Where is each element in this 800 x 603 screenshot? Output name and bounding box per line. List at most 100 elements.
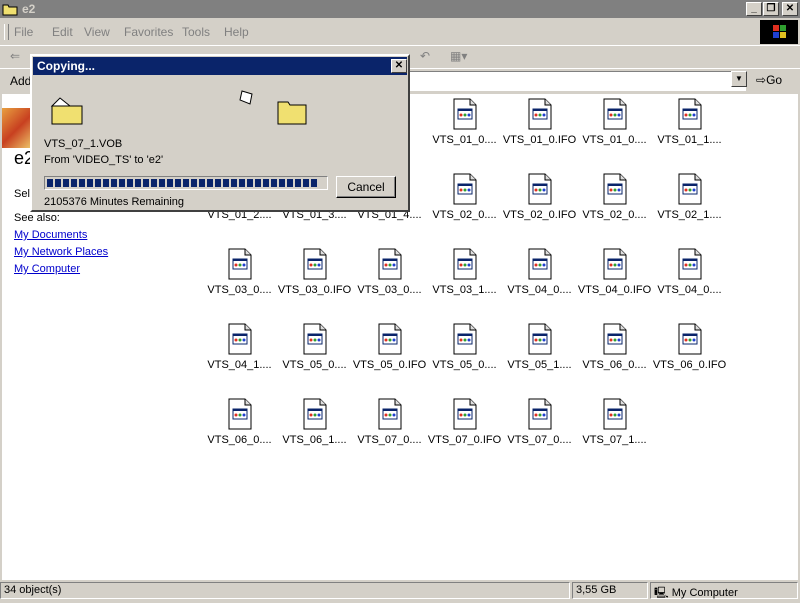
copy-dialog: Copying... ✕ VTS_07_1.VOB From 'VIDEO_TS…	[30, 54, 410, 212]
dialog-file-name: VTS_07_1.VOB	[44, 138, 123, 150]
go-label: Go	[766, 73, 783, 87]
file-item[interactable]: VTS_03_0....	[352, 248, 427, 296]
cancel-button[interactable]: Cancel	[336, 176, 396, 198]
status-zone: 🖳 My Computer	[650, 582, 798, 599]
file-item[interactable]: VTS_06_0....	[202, 398, 277, 446]
menu-tools[interactable]: Tools	[182, 25, 210, 39]
file-name: VTS_05_0....	[432, 359, 497, 371]
file-item[interactable]: VTS_06_1....	[277, 398, 352, 446]
file-name: VTS_04_0....	[657, 284, 722, 296]
menu-favorites[interactable]: Favorites	[124, 25, 173, 39]
file-name: VTS_02_0.IFO	[502, 209, 577, 221]
folder-icon	[2, 4, 18, 16]
file-item[interactable]: VTS_04_0....	[502, 248, 577, 296]
video-file-icon	[678, 173, 701, 205]
minimize-button[interactable]: _	[746, 2, 762, 16]
file-item[interactable]: VTS_06_0....	[577, 323, 652, 371]
file-name: VTS_01_0....	[582, 134, 647, 146]
window-title: e2	[22, 2, 36, 16]
flying-paper-icon	[239, 90, 253, 105]
file-item[interactable]: VTS_04_0....	[652, 248, 727, 296]
undo-icon[interactable]: ↶	[420, 49, 430, 63]
file-name: VTS_03_0.IFO	[277, 284, 352, 296]
video-file-icon	[603, 248, 626, 280]
back-icon[interactable]: ⇐	[10, 49, 20, 63]
file-name: VTS_07_0.IFO	[427, 434, 502, 446]
file-item[interactable]: VTS_01_0.IFO	[502, 98, 577, 146]
address-dropdown-icon[interactable]: ▼	[731, 71, 747, 87]
file-name: VTS_04_0....	[507, 284, 572, 296]
video-file-icon	[678, 323, 701, 355]
video-file-icon	[453, 323, 476, 355]
file-name: VTS_06_0.IFO	[652, 359, 727, 371]
file-name: VTS_01_0.IFO	[502, 134, 577, 146]
menu-bar: File Edit View Favorites Tools Help	[0, 22, 760, 42]
address-label: Add	[10, 74, 32, 88]
status-bar: 34 object(s) 3,55 GB 🖳 My Computer	[0, 581, 800, 600]
file-name: VTS_02_0....	[432, 209, 497, 221]
close-button[interactable]: ✕	[782, 2, 798, 16]
restore-button[interactable]: ❐	[763, 2, 779, 16]
file-item[interactable]: VTS_07_1....	[577, 398, 652, 446]
file-item[interactable]: VTS_03_0.IFO	[277, 248, 352, 296]
menu-help[interactable]: Help	[224, 25, 249, 39]
file-item[interactable]: VTS_01_1....	[652, 98, 727, 146]
dialog-title: Copying...	[37, 59, 95, 73]
file-name: VTS_07_0....	[507, 434, 572, 446]
computer-icon: 🖳	[654, 587, 669, 599]
video-file-icon	[453, 398, 476, 430]
status-location: My Computer	[671, 587, 738, 599]
video-file-icon	[228, 398, 251, 430]
views-icon[interactable]: ▦▾	[450, 49, 467, 63]
file-name: VTS_01_0....	[432, 134, 497, 146]
video-file-icon	[603, 398, 626, 430]
file-item[interactable]: VTS_03_0....	[202, 248, 277, 296]
file-item[interactable]: VTS_06_0.IFO	[652, 323, 727, 371]
file-item[interactable]: VTS_03_1....	[427, 248, 502, 296]
file-item[interactable]: VTS_05_0.IFO	[352, 323, 427, 371]
video-file-icon	[378, 323, 401, 355]
video-file-icon	[603, 173, 626, 205]
copy-progress-fill	[47, 179, 319, 187]
file-item[interactable]: VTS_05_0....	[427, 323, 502, 371]
file-item[interactable]: VTS_01_0....	[577, 98, 652, 146]
file-item[interactable]: VTS_02_0....	[577, 173, 652, 221]
file-item[interactable]: VTS_01_0....	[427, 98, 502, 146]
video-file-icon	[378, 398, 401, 430]
video-file-icon	[528, 173, 551, 205]
dialog-close-button[interactable]: ✕	[391, 59, 407, 73]
copy-progress-bar	[44, 176, 328, 190]
link-my-computer[interactable]: My Computer	[14, 263, 80, 275]
status-size: 3,55 GB	[572, 582, 648, 599]
menu-view[interactable]: View	[84, 25, 110, 39]
dialog-titlebar: Copying... ✕	[33, 57, 407, 75]
file-item[interactable]: VTS_02_0....	[427, 173, 502, 221]
link-my-network-places[interactable]: My Network Places	[14, 246, 108, 258]
file-item[interactable]: VTS_07_0....	[352, 398, 427, 446]
go-button[interactable]: ⇨Go	[756, 73, 782, 87]
windows-flag-icon	[773, 25, 786, 38]
video-file-icon	[528, 98, 551, 130]
file-item[interactable]: VTS_05_0....	[277, 323, 352, 371]
dialog-from-to: From 'VIDEO_TS' to 'e2'	[44, 154, 164, 166]
menu-file[interactable]: File	[14, 25, 33, 39]
file-name: VTS_07_1....	[582, 434, 647, 446]
file-item[interactable]: VTS_02_0.IFO	[502, 173, 577, 221]
video-file-icon	[678, 98, 701, 130]
file-item[interactable]: VTS_02_1....	[652, 173, 727, 221]
menu-edit[interactable]: Edit	[52, 25, 73, 39]
file-name: VTS_03_0....	[207, 284, 272, 296]
menu-grip	[4, 24, 9, 40]
file-item[interactable]: VTS_07_0....	[502, 398, 577, 446]
file-name: VTS_06_0....	[207, 434, 272, 446]
file-item[interactable]: VTS_04_0.IFO	[577, 248, 652, 296]
link-my-documents[interactable]: My Documents	[14, 229, 87, 241]
file-item[interactable]: VTS_05_1....	[502, 323, 577, 371]
file-name: VTS_03_1....	[432, 284, 497, 296]
video-file-icon	[678, 248, 701, 280]
file-name: VTS_01_1....	[657, 134, 722, 146]
file-item[interactable]: VTS_07_0.IFO	[427, 398, 502, 446]
file-item[interactable]: VTS_04_1....	[202, 323, 277, 371]
video-file-icon	[453, 248, 476, 280]
video-file-icon	[303, 248, 326, 280]
